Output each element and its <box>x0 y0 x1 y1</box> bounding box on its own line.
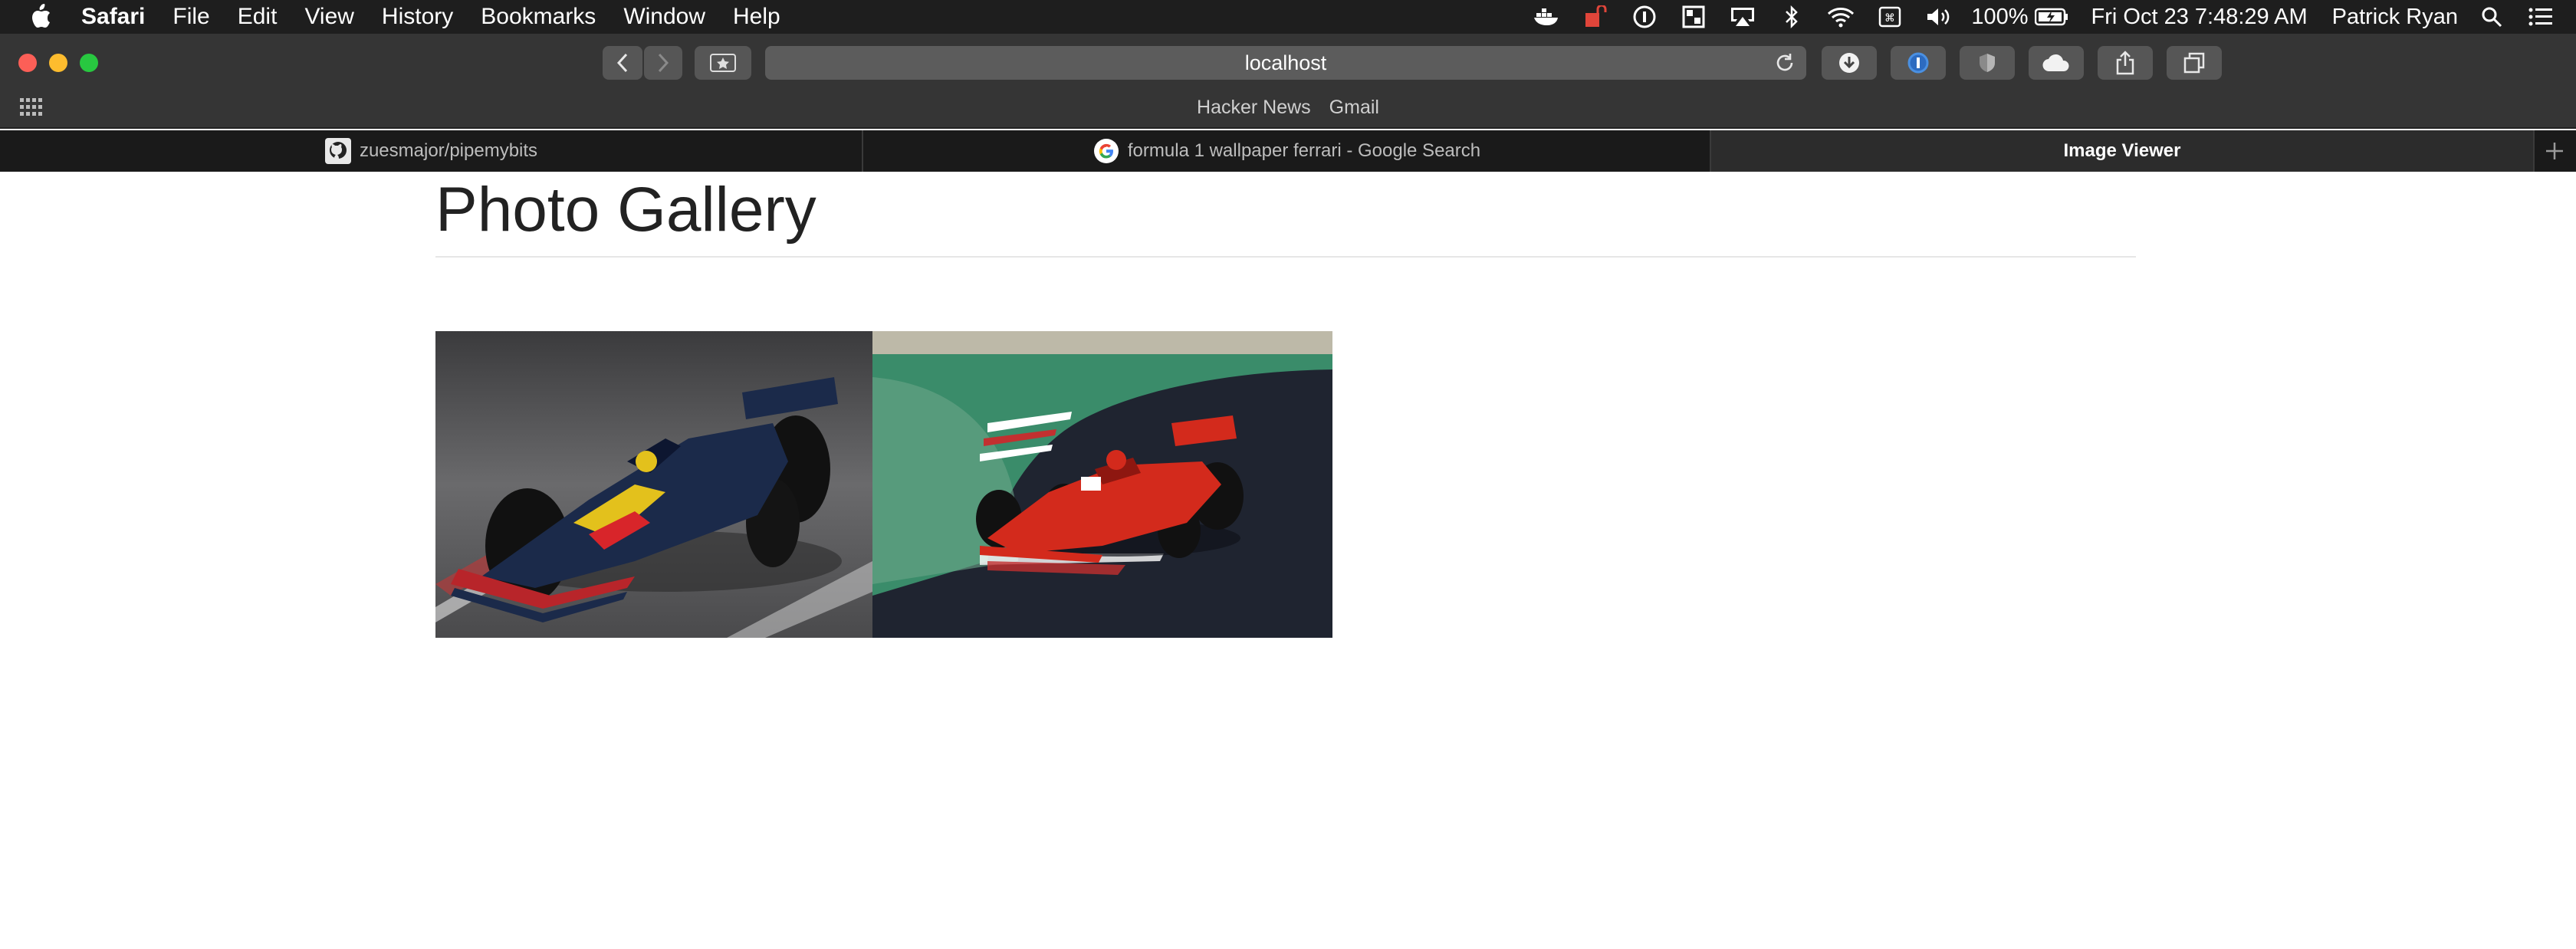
favorite-hacker-news[interactable]: Hacker News <box>1197 97 1311 119</box>
status-area: ⌘ 100% Fri Oct 23 7:48:29 AM Patrick Rya… <box>1511 0 2576 34</box>
chevron-left-icon <box>616 53 628 73</box>
volume-icon[interactable] <box>1925 5 1953 28</box>
chevron-right-icon <box>658 53 669 73</box>
title-divider <box>435 256 2136 258</box>
svg-text:⌘: ⌘ <box>1884 12 1895 25</box>
photo-red-bull-f1-car[interactable] <box>435 331 872 638</box>
photo-gallery <box>435 331 1332 638</box>
docker-icon[interactable] <box>1533 5 1560 28</box>
menu-history[interactable]: History <box>382 4 453 30</box>
spotlight-search-icon[interactable] <box>2478 5 2505 28</box>
bluetooth-icon[interactable] <box>1778 5 1806 28</box>
bookmarks-star-icon <box>710 54 736 72</box>
share-icon <box>2116 51 2134 75</box>
menu-file[interactable]: File <box>172 4 209 30</box>
browser-toolbar: localhost Hacker News Gmail <box>0 34 2576 129</box>
back-button[interactable] <box>603 46 642 80</box>
airplay-icon[interactable] <box>1729 5 1756 28</box>
tab-bar: zuesmajor/pipemybits formula 1 wallpaper… <box>0 130 2576 172</box>
tab-image-viewer[interactable]: Image Viewer <box>1711 130 2535 172</box>
cloud-extension-button[interactable] <box>2029 46 2084 80</box>
favorites-bar: Hacker News Gmail <box>0 87 2576 127</box>
photo-ferrari-f1-car[interactable] <box>872 331 1332 638</box>
minimize-window-button[interactable] <box>49 54 67 72</box>
tab-google-search[interactable]: formula 1 wallpaper ferrari - Google Sea… <box>863 130 1711 172</box>
vpn-lock-icon[interactable] <box>1582 5 1609 28</box>
menu-bar: Safari File Edit View History Bookmarks … <box>0 0 2576 34</box>
forward-button[interactable] <box>644 46 682 80</box>
wifi-icon[interactable] <box>1827 5 1855 28</box>
battery-icon[interactable] <box>2034 5 2068 28</box>
close-window-button[interactable] <box>18 54 37 72</box>
show-bookmarks-button[interactable] <box>695 46 751 80</box>
notification-center-icon[interactable] <box>2527 5 2555 28</box>
menu-help[interactable]: Help <box>733 4 780 30</box>
share-button[interactable] <box>2098 46 2153 80</box>
page-title: Photo Gallery <box>435 175 816 245</box>
favorite-gmail[interactable]: Gmail <box>1329 97 1379 119</box>
new-tab-button[interactable] <box>2535 130 2574 172</box>
address-bar[interactable]: localhost <box>765 46 1806 80</box>
menu-bookmarks[interactable]: Bookmarks <box>481 4 596 30</box>
menu-edit[interactable]: Edit <box>238 4 278 30</box>
battery-percent: 100% <box>1971 4 2029 29</box>
menu-view[interactable]: View <box>304 4 353 30</box>
keyboard-icon[interactable]: ⌘ <box>1876 5 1904 28</box>
tab-overview-button[interactable] <box>2167 46 2222 80</box>
tab-overview-icon <box>2183 52 2205 74</box>
tab-label: formula 1 wallpaper ferrari - Google Sea… <box>1127 140 1481 161</box>
cloud-icon <box>2042 54 2069 72</box>
reload-icon[interactable] <box>1773 51 1797 75</box>
page-content: Photo Gallery <box>0 172 2576 949</box>
tab-label: zuesmajor/pipemybits <box>359 140 538 161</box>
tab-label: Image Viewer <box>2063 140 2181 161</box>
menu-window[interactable]: Window <box>623 4 705 30</box>
onepassword-icon[interactable] <box>1631 5 1658 28</box>
download-icon <box>1839 53 1859 73</box>
downloads-button[interactable] <box>1822 46 1877 80</box>
shield-icon <box>1980 54 1995 72</box>
apple-menu-icon[interactable] <box>29 3 57 31</box>
tiles-icon[interactable] <box>1680 5 1707 28</box>
user-name[interactable]: Patrick Ryan <box>2332 5 2458 30</box>
tab-github[interactable]: zuesmajor/pipemybits <box>0 130 863 172</box>
plus-icon <box>2546 143 2563 159</box>
onepassword-icon <box>1907 52 1929 74</box>
menu-safari[interactable]: Safari <box>81 4 145 30</box>
onepassword-extension-button[interactable] <box>1891 46 1946 80</box>
url-text: localhost <box>1244 51 1327 74</box>
google-icon <box>1092 137 1120 165</box>
shield-extension-button[interactable] <box>1960 46 2015 80</box>
zoom-window-button[interactable] <box>80 54 98 72</box>
clock[interactable]: Fri Oct 23 7:48:29 AM <box>2091 5 2308 30</box>
github-icon <box>324 137 352 165</box>
